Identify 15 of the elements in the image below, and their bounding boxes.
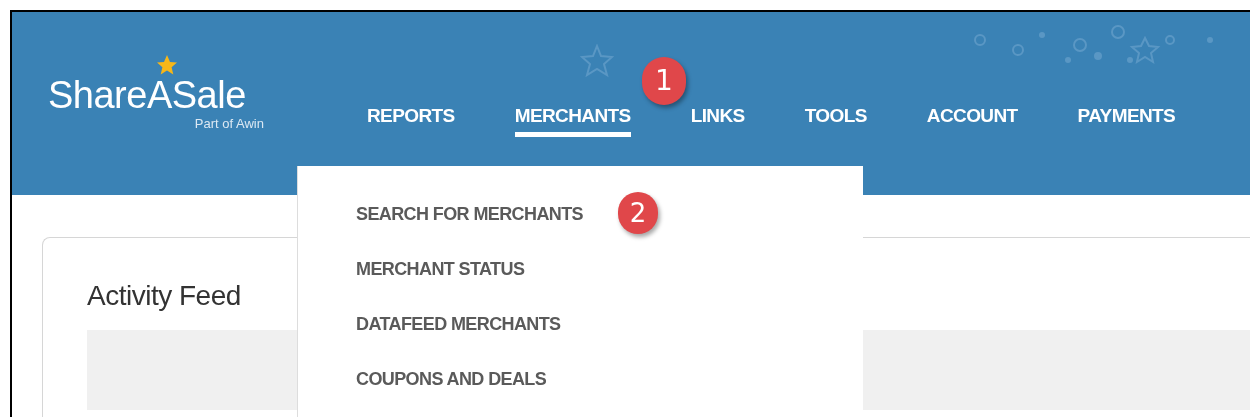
menu-item[interactable]: SEARCH FOR MERCHANTS <box>356 202 583 227</box>
nav-tab[interactable]: TOOLS <box>804 104 867 137</box>
nav-tab[interactable]: PAYMENTS <box>1077 104 1176 137</box>
nav-tab[interactable]: REPORTS <box>367 104 455 137</box>
menu-item[interactable]: COUPONS AND DEALS <box>356 367 547 392</box>
nav-tab[interactable]: ACCOUNT <box>926 104 1018 137</box>
menu-item[interactable]: MERCHANT STATUS <box>356 257 525 282</box>
logo-tagline: Part of Awin <box>194 116 264 132</box>
star-icon <box>156 54 178 76</box>
card-title: Activity Feed <box>87 279 242 313</box>
nav-tab[interactable]: MERCHANTS <box>514 104 631 137</box>
star-outline-icon <box>580 44 614 78</box>
logo-wordmark: ShareASale <box>48 76 246 114</box>
menu-item[interactable]: DATAFEED MERCHANTS <box>356 312 561 337</box>
nav-tab[interactable]: LINKS <box>690 104 745 137</box>
